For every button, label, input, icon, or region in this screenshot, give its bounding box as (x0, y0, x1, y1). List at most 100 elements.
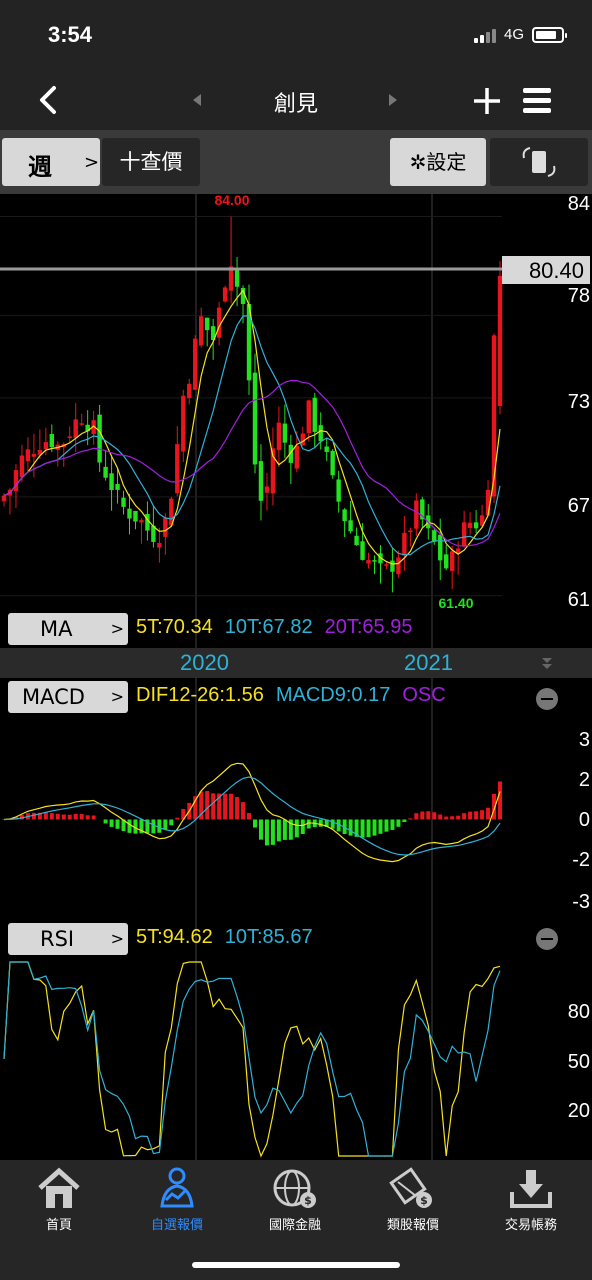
macd9-line (3, 776, 501, 856)
tab-home[interactable]: 首頁 (0, 1166, 118, 1236)
candle-body (103, 466, 108, 478)
add-icon[interactable] (470, 84, 504, 118)
osc-bar (390, 819, 395, 830)
macd-axis-tick: 2 (579, 769, 590, 791)
osc-bar (360, 819, 365, 838)
next-stock-icon[interactable] (386, 90, 400, 110)
osc-bar (91, 815, 96, 820)
tab-international[interactable]: $ 國際金融 (236, 1166, 354, 1236)
osc-bar (348, 819, 353, 836)
price-axis-tick: 73 (568, 391, 590, 413)
osc-bar (426, 811, 431, 820)
tab-sector[interactable]: $ 類股報價 (354, 1166, 472, 1236)
osc-bar (163, 819, 168, 830)
candle-body (252, 372, 258, 465)
osc-bar (468, 811, 473, 820)
ma-button-label: MA (40, 617, 73, 641)
gear-icon: ✲ (409, 150, 427, 174)
osc-bar (366, 819, 371, 838)
rotate-screen-icon (522, 147, 556, 177)
ma5-value: 5T:70.34 (136, 616, 213, 638)
osc-bar (55, 813, 60, 820)
chevron-down-icon[interactable] (540, 656, 554, 670)
candle-body (73, 419, 78, 439)
quote-lookup-button[interactable]: 十查價 (102, 138, 200, 186)
candle-body (300, 433, 305, 446)
status-time: 3:54 (48, 22, 93, 47)
tab-watchlist[interactable]: 自選報價 (118, 1166, 236, 1236)
macd-indicator-button[interactable]: MACD > (8, 681, 128, 713)
osc-bar (378, 819, 383, 834)
rsi10-value: 10T:85.67 (224, 926, 313, 948)
candle-body (402, 532, 407, 556)
macd-indicator-bar: MACD > DIF12-26:1.56 MACD9:0.17 OSC (0, 678, 502, 716)
tab-label: 自選報價 (150, 1218, 203, 1233)
macd-axis-tick: 3 (579, 729, 590, 751)
osc-bar (205, 791, 210, 820)
candle-body (372, 560, 377, 562)
ma-indicator-button[interactable]: MA > (8, 613, 128, 645)
candle-body (133, 510, 138, 522)
osc-bar (276, 819, 281, 842)
back-arrow-icon[interactable] (30, 80, 70, 120)
rsi-axis-tick: 50 (568, 1051, 590, 1073)
osc-bar (49, 813, 54, 820)
osc-bar (79, 814, 84, 820)
candle-body (336, 479, 341, 502)
osc-bar (318, 819, 323, 827)
osc-bar (444, 816, 449, 820)
osc-bar (31, 812, 36, 820)
tab-label: 交易帳務 (504, 1218, 557, 1233)
chevron-right-icon: > (110, 929, 124, 948)
osc-bar (211, 793, 216, 820)
macd-collapse-button[interactable] (536, 688, 558, 710)
osc-bar (151, 819, 156, 834)
rsi-indicator-button[interactable]: RSI > (8, 923, 128, 955)
candle-body (324, 446, 329, 452)
candle-body (258, 461, 264, 501)
candle-body (187, 383, 192, 399)
candle-body (43, 442, 49, 450)
rsi-axis-tick: 80 (568, 1001, 590, 1023)
candle-body (49, 434, 55, 448)
candle-body (432, 530, 437, 542)
osc-bar (241, 802, 246, 820)
candle-body (312, 397, 317, 432)
osc-bar (109, 819, 114, 827)
candle-body (318, 425, 323, 442)
candle-body (25, 449, 31, 462)
period-selector-button[interactable]: 週 > (2, 138, 100, 186)
high-price-label: 84.00 (214, 194, 249, 208)
osc-bar (264, 819, 269, 846)
osc-bar (85, 815, 90, 820)
year-axis: 2020 2021 (0, 648, 592, 678)
settings-label: 設定 (426, 150, 467, 174)
osc-bar (223, 793, 228, 820)
tab-trading[interactable]: 交易帳務 (472, 1166, 590, 1236)
rsi-collapse-button[interactable] (536, 928, 558, 950)
candle-body (157, 542, 162, 548)
stock-title: 創見 (273, 92, 318, 117)
osc-bar (414, 813, 419, 820)
osc-bar (408, 818, 413, 820)
rsi-values: 5T:94.62 10T:85.67 (136, 926, 502, 949)
osc-bar (103, 819, 108, 824)
settings-button[interactable]: ✲設定 (390, 138, 486, 186)
tab-label: 類股報價 (386, 1218, 439, 1233)
macd9-value: MACD9:0.17 (275, 684, 391, 706)
macd-axis-tick: -3 (572, 891, 590, 913)
candle-body (342, 509, 347, 522)
candle-body (276, 422, 282, 451)
candle-body (31, 453, 37, 457)
period-label: 週 (28, 153, 52, 181)
osc-value: OSC (402, 684, 446, 706)
candle-body (234, 268, 240, 287)
svg-text:$: $ (304, 1194, 312, 1207)
download-tray-icon (510, 1170, 552, 1208)
candle-body (127, 508, 132, 519)
menu-icon[interactable] (520, 84, 554, 118)
candle-body (222, 287, 228, 302)
candle-body (461, 522, 467, 547)
rotate-screen-button[interactable] (490, 138, 588, 186)
osc-bar (67, 814, 72, 820)
